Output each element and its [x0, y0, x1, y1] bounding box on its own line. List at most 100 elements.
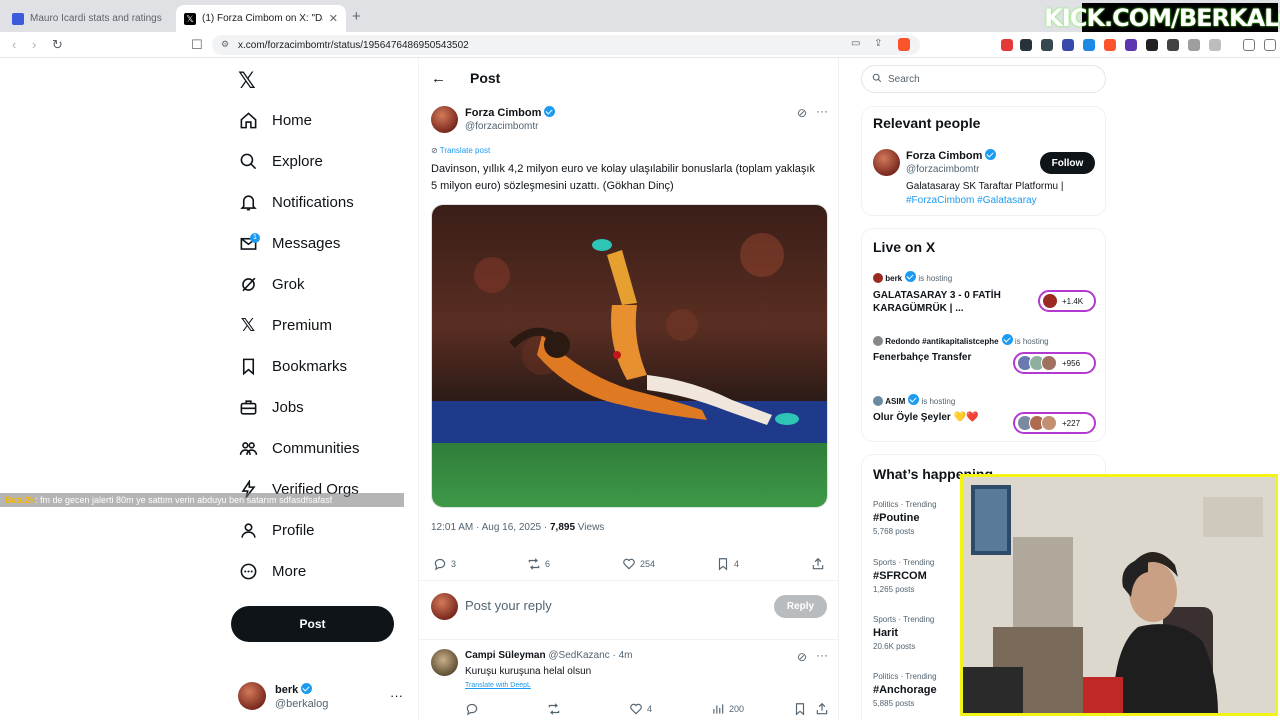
- grok-icon: [238, 274, 258, 294]
- briefcase-icon: [238, 397, 258, 417]
- nav-profile[interactable]: Profile: [238, 515, 315, 545]
- reply-action[interactable]: 3: [433, 557, 456, 571]
- extension-icon[interactable]: [1209, 39, 1221, 51]
- trend-item[interactable]: Politics · Trending #Anchorage 5,885 pos…: [873, 672, 937, 708]
- extension-icon[interactable]: [1167, 39, 1179, 51]
- extensions-puzzle-icon[interactable]: [1188, 39, 1200, 51]
- post-detail-column: ← Post Forza Cimbom @forzacimbomtr ⊘ ···…: [418, 58, 839, 720]
- author-name[interactable]: Forza Cimbom: [465, 106, 556, 119]
- sidebar-toggle-icon[interactable]: [1243, 39, 1255, 51]
- extension-icon[interactable]: [1062, 39, 1074, 51]
- bookmark-icon: [795, 703, 805, 716]
- post-image[interactable]: [431, 204, 828, 508]
- extension-icon[interactable]: [1125, 39, 1137, 51]
- reply-reply-action[interactable]: [465, 702, 483, 716]
- share-action[interactable]: [811, 557, 829, 571]
- bookmark-icon: [718, 558, 728, 571]
- brave-shield-icon[interactable]: [898, 38, 910, 51]
- live-listeners[interactable]: +956: [1013, 352, 1096, 374]
- nav-grok[interactable]: Grok: [238, 269, 305, 299]
- nav-home[interactable]: Home: [238, 105, 312, 135]
- x-logo-icon[interactable]: 𝕏: [238, 68, 256, 94]
- nav-jobs[interactable]: Jobs: [238, 392, 304, 422]
- site-info-icon[interactable]: ⚙: [221, 39, 229, 50]
- translate-post-link[interactable]: ⊘ Translate post: [431, 146, 490, 155]
- people-icon: [238, 438, 258, 458]
- extension-icon[interactable]: [1104, 39, 1116, 51]
- reply-views-action[interactable]: 200: [711, 702, 744, 716]
- nav-communities[interactable]: Communities: [238, 433, 360, 463]
- nav-bookmarks[interactable]: Bookmarks: [238, 351, 347, 381]
- back-arrow-icon[interactable]: ←: [431, 70, 446, 87]
- trend-item[interactable]: Politics · Trending #Poutine 5,768 posts: [873, 500, 937, 536]
- reply-repost-action[interactable]: [547, 702, 565, 716]
- nav-notifications[interactable]: Notifications: [238, 187, 354, 217]
- account-menu-icon[interactable]: ···: [390, 688, 403, 703]
- menu-icon[interactable]: [1264, 39, 1276, 51]
- relevant-hashtags[interactable]: #ForzaCimbom #Galatasaray: [906, 195, 1037, 206]
- relevant-avatar[interactable]: [873, 149, 900, 176]
- reply-author[interactable]: Campi Süleyman @SedKazanc · 4m: [465, 650, 632, 661]
- extension-icon[interactable]: [1020, 39, 1032, 51]
- post-more-icon[interactable]: ···: [816, 104, 828, 118]
- reply-button[interactable]: Reply: [774, 595, 827, 618]
- nav-explore[interactable]: Explore: [238, 146, 323, 176]
- bookmark-page-icon[interactable]: ☐: [191, 37, 203, 53]
- author-handle[interactable]: @forzacimbomtr: [465, 121, 539, 132]
- reply-bookmark-action[interactable]: [793, 702, 811, 716]
- forward-arrow-icon[interactable]: ›: [32, 37, 36, 52]
- trend-item[interactable]: Sports · Trending #SFRCOM 1,265 posts: [873, 558, 934, 594]
- host-avatar: [873, 336, 883, 346]
- account-avatar[interactable]: [238, 682, 266, 710]
- relevant-bio: Galatasaray SK Taraftar Platformu |: [906, 181, 1064, 192]
- home-icon: [238, 110, 258, 130]
- follow-button[interactable]: Follow: [1040, 152, 1095, 174]
- repost-action[interactable]: 6: [527, 557, 550, 571]
- chat-username: Batu2k: [5, 495, 36, 505]
- share-icon: [816, 702, 828, 715]
- cast-icon[interactable]: ▭: [851, 38, 860, 49]
- nav-label: Profile: [272, 521, 315, 539]
- reply-share-action[interactable]: [815, 702, 833, 716]
- host-avatar: [873, 396, 883, 406]
- reply-author-avatar[interactable]: [431, 649, 458, 676]
- bookmark-action[interactable]: 4: [716, 557, 739, 571]
- divider: [419, 639, 838, 640]
- reply-more-icon[interactable]: ···: [816, 648, 828, 662]
- live-listeners[interactable]: +227: [1013, 412, 1096, 434]
- nav-label: Explore: [272, 152, 323, 170]
- extension-icon[interactable]: [1001, 39, 1013, 51]
- search-input[interactable]: Search: [861, 65, 1106, 93]
- extension-icon[interactable]: [1041, 39, 1053, 51]
- share-icon[interactable]: ⇪: [874, 38, 882, 49]
- grok-analyze-icon[interactable]: ⊘: [797, 650, 807, 664]
- reload-icon[interactable]: ↻: [52, 37, 63, 53]
- trend-item[interactable]: Sports · Trending Harit 20.6K posts: [873, 615, 934, 651]
- address-bar[interactable]: ⚙ x.com/forzacimbomtr/status/19564764869…: [212, 35, 920, 55]
- live-listeners[interactable]: +1.4K: [1038, 290, 1096, 312]
- x-favicon-icon: 𝕏: [184, 12, 196, 25]
- relevant-name[interactable]: Forza Cimbom: [906, 149, 997, 162]
- like-action[interactable]: 254: [622, 557, 655, 571]
- stream-overlay-logo: KICK.COM/BERKALOG: [1044, 3, 1280, 33]
- browser-tab-x-post[interactable]: 𝕏 (1) Forza Cimbom on X: "Davinso ✕: [176, 5, 346, 32]
- relevant-handle: @forzacimbomtr: [906, 164, 980, 175]
- close-tab-icon[interactable]: ✕: [329, 12, 338, 25]
- extension-icon[interactable]: [1083, 39, 1095, 51]
- post-button[interactable]: Post: [231, 606, 394, 642]
- reply-input[interactable]: Post your reply: [465, 598, 552, 613]
- listener-avatar: [1041, 355, 1057, 371]
- nav-premium[interactable]: 𝕏 Premium: [238, 310, 332, 340]
- extension-icon[interactable]: [1146, 39, 1158, 51]
- author-avatar[interactable]: [431, 106, 458, 133]
- analytics-icon: [713, 704, 724, 714]
- translate-deepl-link[interactable]: Translate with DeepL: [465, 682, 531, 689]
- browser-tab-sofascore[interactable]: Mauro Icardi stats and ratings | Sofa: [4, 5, 172, 32]
- listener-avatar: [1042, 293, 1058, 309]
- back-arrow-icon[interactable]: ‹: [12, 37, 16, 52]
- reply-like-action[interactable]: 4: [629, 702, 652, 716]
- new-tab-icon[interactable]: +: [352, 8, 361, 25]
- grok-analyze-icon[interactable]: ⊘: [797, 106, 807, 120]
- nav-more[interactable]: More: [238, 556, 306, 586]
- nav-label: Grok: [272, 275, 305, 293]
